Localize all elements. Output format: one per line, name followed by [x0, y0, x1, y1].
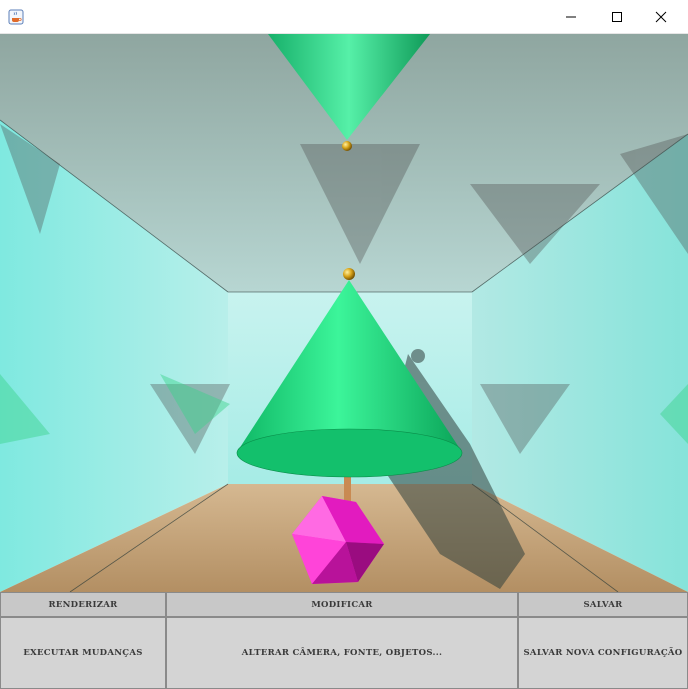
- minimize-icon: [566, 16, 576, 17]
- close-button[interactable]: [638, 0, 684, 33]
- save-config-button[interactable]: SALVAR NOVA CONFIGURAÇÃO: [518, 617, 688, 689]
- close-icon: [655, 11, 667, 22]
- window-titlebar[interactable]: [0, 0, 688, 34]
- header-renderizar: RENDERIZAR: [0, 592, 166, 617]
- java-cup-icon: [8, 9, 24, 25]
- maximize-icon: [612, 11, 622, 22]
- header-modificar: MODIFICAR: [166, 592, 518, 617]
- header-salvar: SALVAR: [518, 592, 688, 617]
- raytraced-render: [0, 34, 688, 592]
- execute-changes-button[interactable]: EXECUTAR MUDANÇAS: [0, 617, 166, 689]
- render-canvas: [0, 34, 688, 592]
- modify-scene-button[interactable]: ALTERAR CÂMERA, FONTE, OBJETOS...: [166, 617, 518, 689]
- minimize-button[interactable]: [548, 0, 594, 33]
- maximize-button[interactable]: [594, 0, 640, 33]
- control-panel: RENDERIZAR MODIFICAR SALVAR EXECUTAR MUD…: [0, 592, 688, 689]
